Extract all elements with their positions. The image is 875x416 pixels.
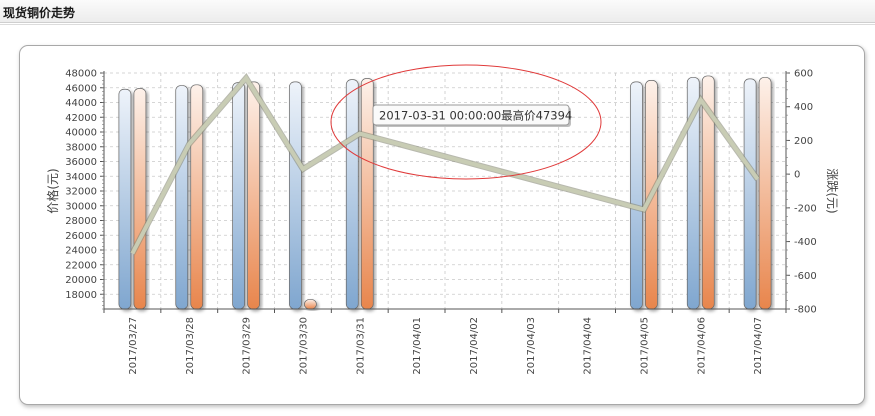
price-trend-chart: 18000 20000 22000 24000 26000 28000 30000 32000… (45, 64, 840, 375)
bar-series1-2017/03/30[interactable] (289, 81, 302, 310)
y-tick-label-left: 38000 (65, 142, 97, 153)
y-tick-label-left: 46000 (65, 83, 97, 94)
bar-series2-2017/03/30[interactable] (304, 299, 317, 310)
y-tick-label-left: 30000 (65, 201, 97, 212)
x-tick-label: 2017/03/28 (185, 317, 196, 375)
y-tick-label-left: 44000 (65, 98, 97, 109)
y-axis-title-left: 价格(元) (45, 168, 60, 213)
tooltip-text: 2017-03-31 00:00:00最高价47394 (379, 109, 572, 123)
y-tick-label-left: 48000 (65, 69, 97, 80)
y-tick-label-right: -800 (794, 305, 817, 316)
y-tick-label-right: -400 (794, 237, 817, 248)
bar-series1-2017/04/07[interactable] (743, 78, 757, 310)
x-tick-label: 2017/04/01 (412, 317, 423, 375)
y-tick-label-right: -200 (794, 203, 817, 214)
y-tick-label-right: 200 (794, 136, 813, 147)
bar-series1-2017/03/28[interactable] (175, 85, 189, 310)
x-tick-label: 2017/04/04 (583, 317, 594, 375)
x-tick-label: 2017/03/27 (128, 317, 139, 375)
x-tick-label: 2017/04/05 (639, 317, 650, 375)
bar-series1-2017/03/27[interactable] (118, 88, 132, 310)
bar-series2-2017/03/31[interactable] (360, 78, 374, 310)
y-tick-label-left: 28000 (65, 216, 97, 227)
y-tick-label-left: 22000 (65, 260, 97, 271)
y-axis-title-right: 涨跌(元) (825, 168, 840, 213)
x-tick-label: 2017/04/03 (526, 317, 537, 375)
y-tick-label-left: 20000 (65, 275, 97, 286)
y-tick-label-left: 40000 (65, 128, 97, 139)
y-tick-label-left: 42000 (65, 113, 97, 124)
x-tick-label: 2017/03/30 (298, 317, 309, 375)
bar-series1-2017/03/29[interactable] (232, 82, 245, 310)
bar-series2-2017/03/27[interactable] (133, 88, 147, 310)
x-tick-label: 2017/03/31 (355, 317, 366, 375)
y-tick-label-left: 26000 (65, 231, 97, 242)
bar-series2-2017/03/29[interactable] (247, 81, 260, 310)
y-tick-label-right: 0 (794, 170, 800, 181)
bar-series1-2017/03/31[interactable] (345, 79, 359, 310)
y-tick-label-left: 24000 (65, 246, 97, 257)
x-tick-label: 2017/04/07 (753, 317, 764, 375)
x-tick-label: 2017/03/29 (242, 317, 253, 375)
y-tick-label-left: 34000 (65, 172, 97, 183)
bar-series2-2017/03/28[interactable] (190, 84, 204, 310)
bar-series1-2017/04/05[interactable] (630, 81, 643, 310)
y-tick-label-right: 600 (794, 69, 813, 80)
x-tick-label: 2017/04/06 (696, 317, 707, 375)
y-tick-label-left: 18000 (65, 290, 97, 301)
y-tick-label-left: 36000 (65, 157, 97, 168)
y-tick-label-right: 400 (794, 102, 813, 113)
x-tick-label: 2017/04/02 (469, 317, 480, 375)
bar-series2-2017/04/07[interactable] (758, 77, 772, 310)
data-tooltip: 2017-03-31 00:00:00最高价47394 (372, 104, 572, 127)
y-tick-label-right: -600 (794, 271, 817, 282)
y-tick-label-left: 32000 (65, 187, 97, 198)
